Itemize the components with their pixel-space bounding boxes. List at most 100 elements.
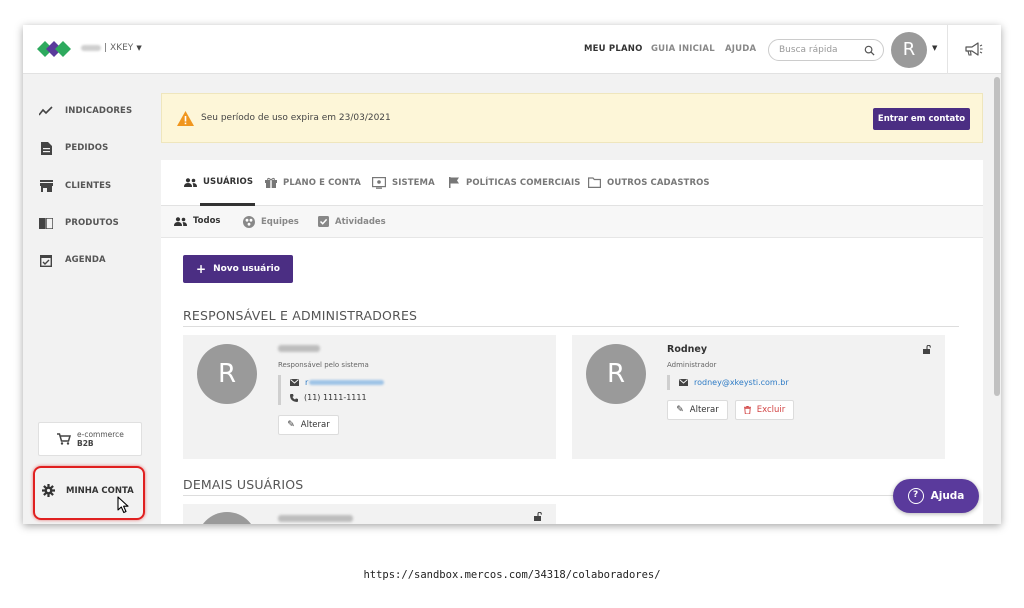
nav-meu-plano[interactable]: MEU PLANO xyxy=(584,44,643,54)
tab-outros-cadastros[interactable]: OUTROS CADASTROS xyxy=(588,177,710,188)
gear-icon xyxy=(42,484,55,497)
calendar-check-icon xyxy=(39,253,53,267)
section-title-others: DEMAIS USUÁRIOS xyxy=(183,477,304,492)
company-selector[interactable]: | XKEY ▼ xyxy=(81,43,142,53)
divider xyxy=(947,25,948,74)
subtab-equipes[interactable]: Equipes xyxy=(243,216,299,228)
sidebar-item-agenda[interactable]: AGENDA xyxy=(39,253,106,267)
delete-user-button[interactable]: Excluir xyxy=(735,400,794,420)
folder-icon xyxy=(588,177,601,188)
book-icon xyxy=(39,216,53,230)
users-icon xyxy=(184,177,197,187)
question-icon: ? xyxy=(907,488,924,504)
tab-label: POLÍTICAS COMERCIAIS xyxy=(466,177,581,188)
ecommerce-title: e-commerce xyxy=(77,430,124,439)
tab-usuarios[interactable]: USUÁRIOS xyxy=(184,177,253,187)
sidebar-item-label: PEDIDOS xyxy=(65,143,109,153)
cart-icon xyxy=(57,433,71,445)
sidebar-item-indicadores[interactable]: INDICADORES xyxy=(39,104,132,118)
user-phone: (11) 1111-1111 xyxy=(290,390,384,405)
user-name-blurred xyxy=(278,345,320,352)
tab-label: USUÁRIOS xyxy=(203,177,254,187)
megaphone-icon[interactable] xyxy=(963,40,983,58)
search-icon[interactable] xyxy=(864,45,875,56)
user-role: Administrador xyxy=(667,361,717,369)
new-user-button[interactable]: + Novo usuário xyxy=(183,255,293,283)
user-email[interactable]: r xyxy=(290,375,385,390)
company-separator: | xyxy=(104,43,108,53)
user-role: Responsável pelo sistema xyxy=(278,361,369,369)
settings-tabs: USUÁRIOS PLANO E CONTA SISTEMA POLÍTICAS… xyxy=(161,160,983,206)
pencil-icon: ✎ xyxy=(287,420,295,430)
tab-label: SISTEMA xyxy=(392,178,435,188)
subtab-todos[interactable]: Todos xyxy=(174,216,221,226)
user-contact-info: rodney@xkeysti.com.br xyxy=(667,375,789,390)
tab-label: PLANO E CONTA xyxy=(283,177,361,188)
delete-label: Excluir xyxy=(756,405,786,415)
user-avatar xyxy=(197,512,257,524)
user-avatar: R xyxy=(197,344,257,404)
edit-label: Alterar xyxy=(689,405,719,415)
search-input[interactable]: Busca rápida xyxy=(768,39,884,61)
edit-label: Alterar xyxy=(300,420,330,430)
email-blurred xyxy=(309,380,385,385)
sidebar-item-pedidos[interactable]: PEDIDOS xyxy=(39,141,108,155)
nav-guia-inicial[interactable]: GUIA INICIAL xyxy=(651,44,715,54)
mouse-cursor-icon xyxy=(117,496,129,514)
store-icon xyxy=(39,179,53,193)
edit-user-button[interactable]: ✎ Alterar xyxy=(278,415,339,435)
company-name: XKEY xyxy=(110,43,134,53)
sidebar-item-label: PRODUTOS xyxy=(65,218,119,228)
envelope-icon xyxy=(679,379,688,386)
tab-sistema[interactable]: SISTEMA xyxy=(372,177,435,189)
section-divider xyxy=(183,495,959,496)
ecommerce-b2b-button[interactable]: e-commerce B2B xyxy=(38,422,142,456)
caret-down-icon: ▼ xyxy=(136,44,142,52)
subtab-label: Todos xyxy=(193,216,221,226)
user-contact-info: r (11) 1111-1111 xyxy=(278,375,385,405)
warning-icon xyxy=(177,111,194,126)
sidebar-item-clientes[interactable]: CLIENTES xyxy=(39,179,111,193)
chart-line-icon xyxy=(39,104,53,118)
user-card: R Rodney Administrador rodney@xkeysti.co… xyxy=(572,335,945,459)
minha-conta-highlight: MINHA CONTA xyxy=(33,466,145,520)
user-email[interactable]: rodney@xkeysti.com.br xyxy=(679,375,789,390)
sidebar: INDICADORES PEDIDOS CLIENTES PRODUTOS AG… xyxy=(23,75,161,524)
user-name xyxy=(278,514,353,524)
sidebar-item-label: CLIENTES xyxy=(65,181,112,191)
phone-icon xyxy=(290,393,298,402)
user-name-blurred xyxy=(278,515,353,522)
mercos-logo-icon[interactable] xyxy=(37,38,71,60)
user-email-text: rodney@xkeysti.com.br xyxy=(694,378,789,387)
user-subtabs: Todos Equipes Atividades xyxy=(161,206,983,238)
tab-plano-e-conta[interactable]: PLANO E CONTA xyxy=(265,177,361,188)
caret-down-icon[interactable]: ▼ xyxy=(932,44,937,52)
user-name: Rodney xyxy=(667,344,708,355)
edit-user-button[interactable]: ✎ Alterar xyxy=(667,400,728,420)
sidebar-item-produtos[interactable]: PRODUTOS xyxy=(39,216,119,230)
envelope-icon xyxy=(290,379,299,386)
subtab-label: Atividades xyxy=(335,216,386,227)
minha-conta-label: MINHA CONTA xyxy=(66,485,134,496)
gift-icon xyxy=(265,177,277,188)
tab-politicas-comerciais[interactable]: POLÍTICAS COMERCIAIS xyxy=(449,177,580,188)
user-email-text: r xyxy=(305,378,309,387)
help-button[interactable]: ? Ajuda xyxy=(893,479,979,513)
unlock-icon[interactable] xyxy=(923,345,931,354)
user-avatar[interactable]: R xyxy=(891,32,927,68)
trash-icon xyxy=(743,406,751,414)
nav-ajuda[interactable]: AJUDA xyxy=(725,44,756,54)
user-avatar: R xyxy=(586,344,646,404)
user-card: R Responsável pelo sistema r (11) 1111-1… xyxy=(183,335,556,459)
trial-expiry-banner: Seu período de uso expira em 23/03/2021 … xyxy=(161,93,983,143)
app-window: | XKEY ▼ MEU PLANO GUIA INICIAL AJUDA Bu… xyxy=(23,25,1001,524)
contact-button[interactable]: Entrar em contato xyxy=(873,108,970,130)
scrollbar-thumb[interactable] xyxy=(994,77,1000,396)
section-divider xyxy=(183,326,959,327)
unlock-icon[interactable] xyxy=(534,512,542,521)
subtab-atividades[interactable]: Atividades xyxy=(318,216,386,227)
search-placeholder: Busca rápida xyxy=(779,45,838,55)
user-name xyxy=(278,344,320,355)
document-icon xyxy=(39,141,53,155)
new-user-label: Novo usuário xyxy=(213,264,280,274)
